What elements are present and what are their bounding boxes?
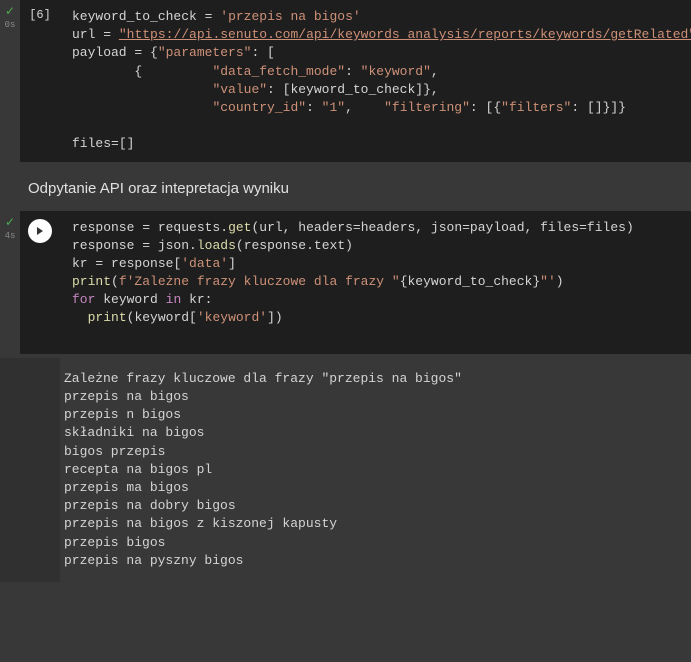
cell-gutter: ✓ 0s — [0, 0, 20, 162]
exec-time: 4s — [5, 231, 16, 241]
cell-output: Zależne frazy kluczowe dla frazy "przepi… — [60, 358, 691, 582]
run-button[interactable] — [28, 219, 52, 243]
code-editor[interactable]: keyword_to_check = 'przepis na bigos' ur… — [60, 0, 691, 162]
section-heading: Odpytanie API oraz intepretacja wyniku — [0, 166, 691, 211]
cell-gutter: ✓ 4s — [0, 211, 20, 354]
output-block: Zależne frazy kluczowe dla frazy "przepi… — [0, 358, 691, 582]
run-button-col — [20, 211, 60, 354]
exec-time: 0s — [5, 20, 16, 30]
output-gutter — [0, 358, 60, 582]
status-check-icon: ✓ — [5, 217, 15, 229]
code-editor[interactable]: response = requests.get(url, headers=hea… — [60, 211, 691, 354]
status-check-icon: ✓ — [5, 6, 15, 18]
execution-count[interactable]: [6] — [20, 0, 60, 162]
code-cell-1: ✓ 0s [6] keyword_to_check = 'przepis na … — [0, 0, 691, 162]
play-icon — [35, 226, 45, 236]
code-cell-2: ✓ 4s response = requests.get(url, header… — [0, 211, 691, 354]
